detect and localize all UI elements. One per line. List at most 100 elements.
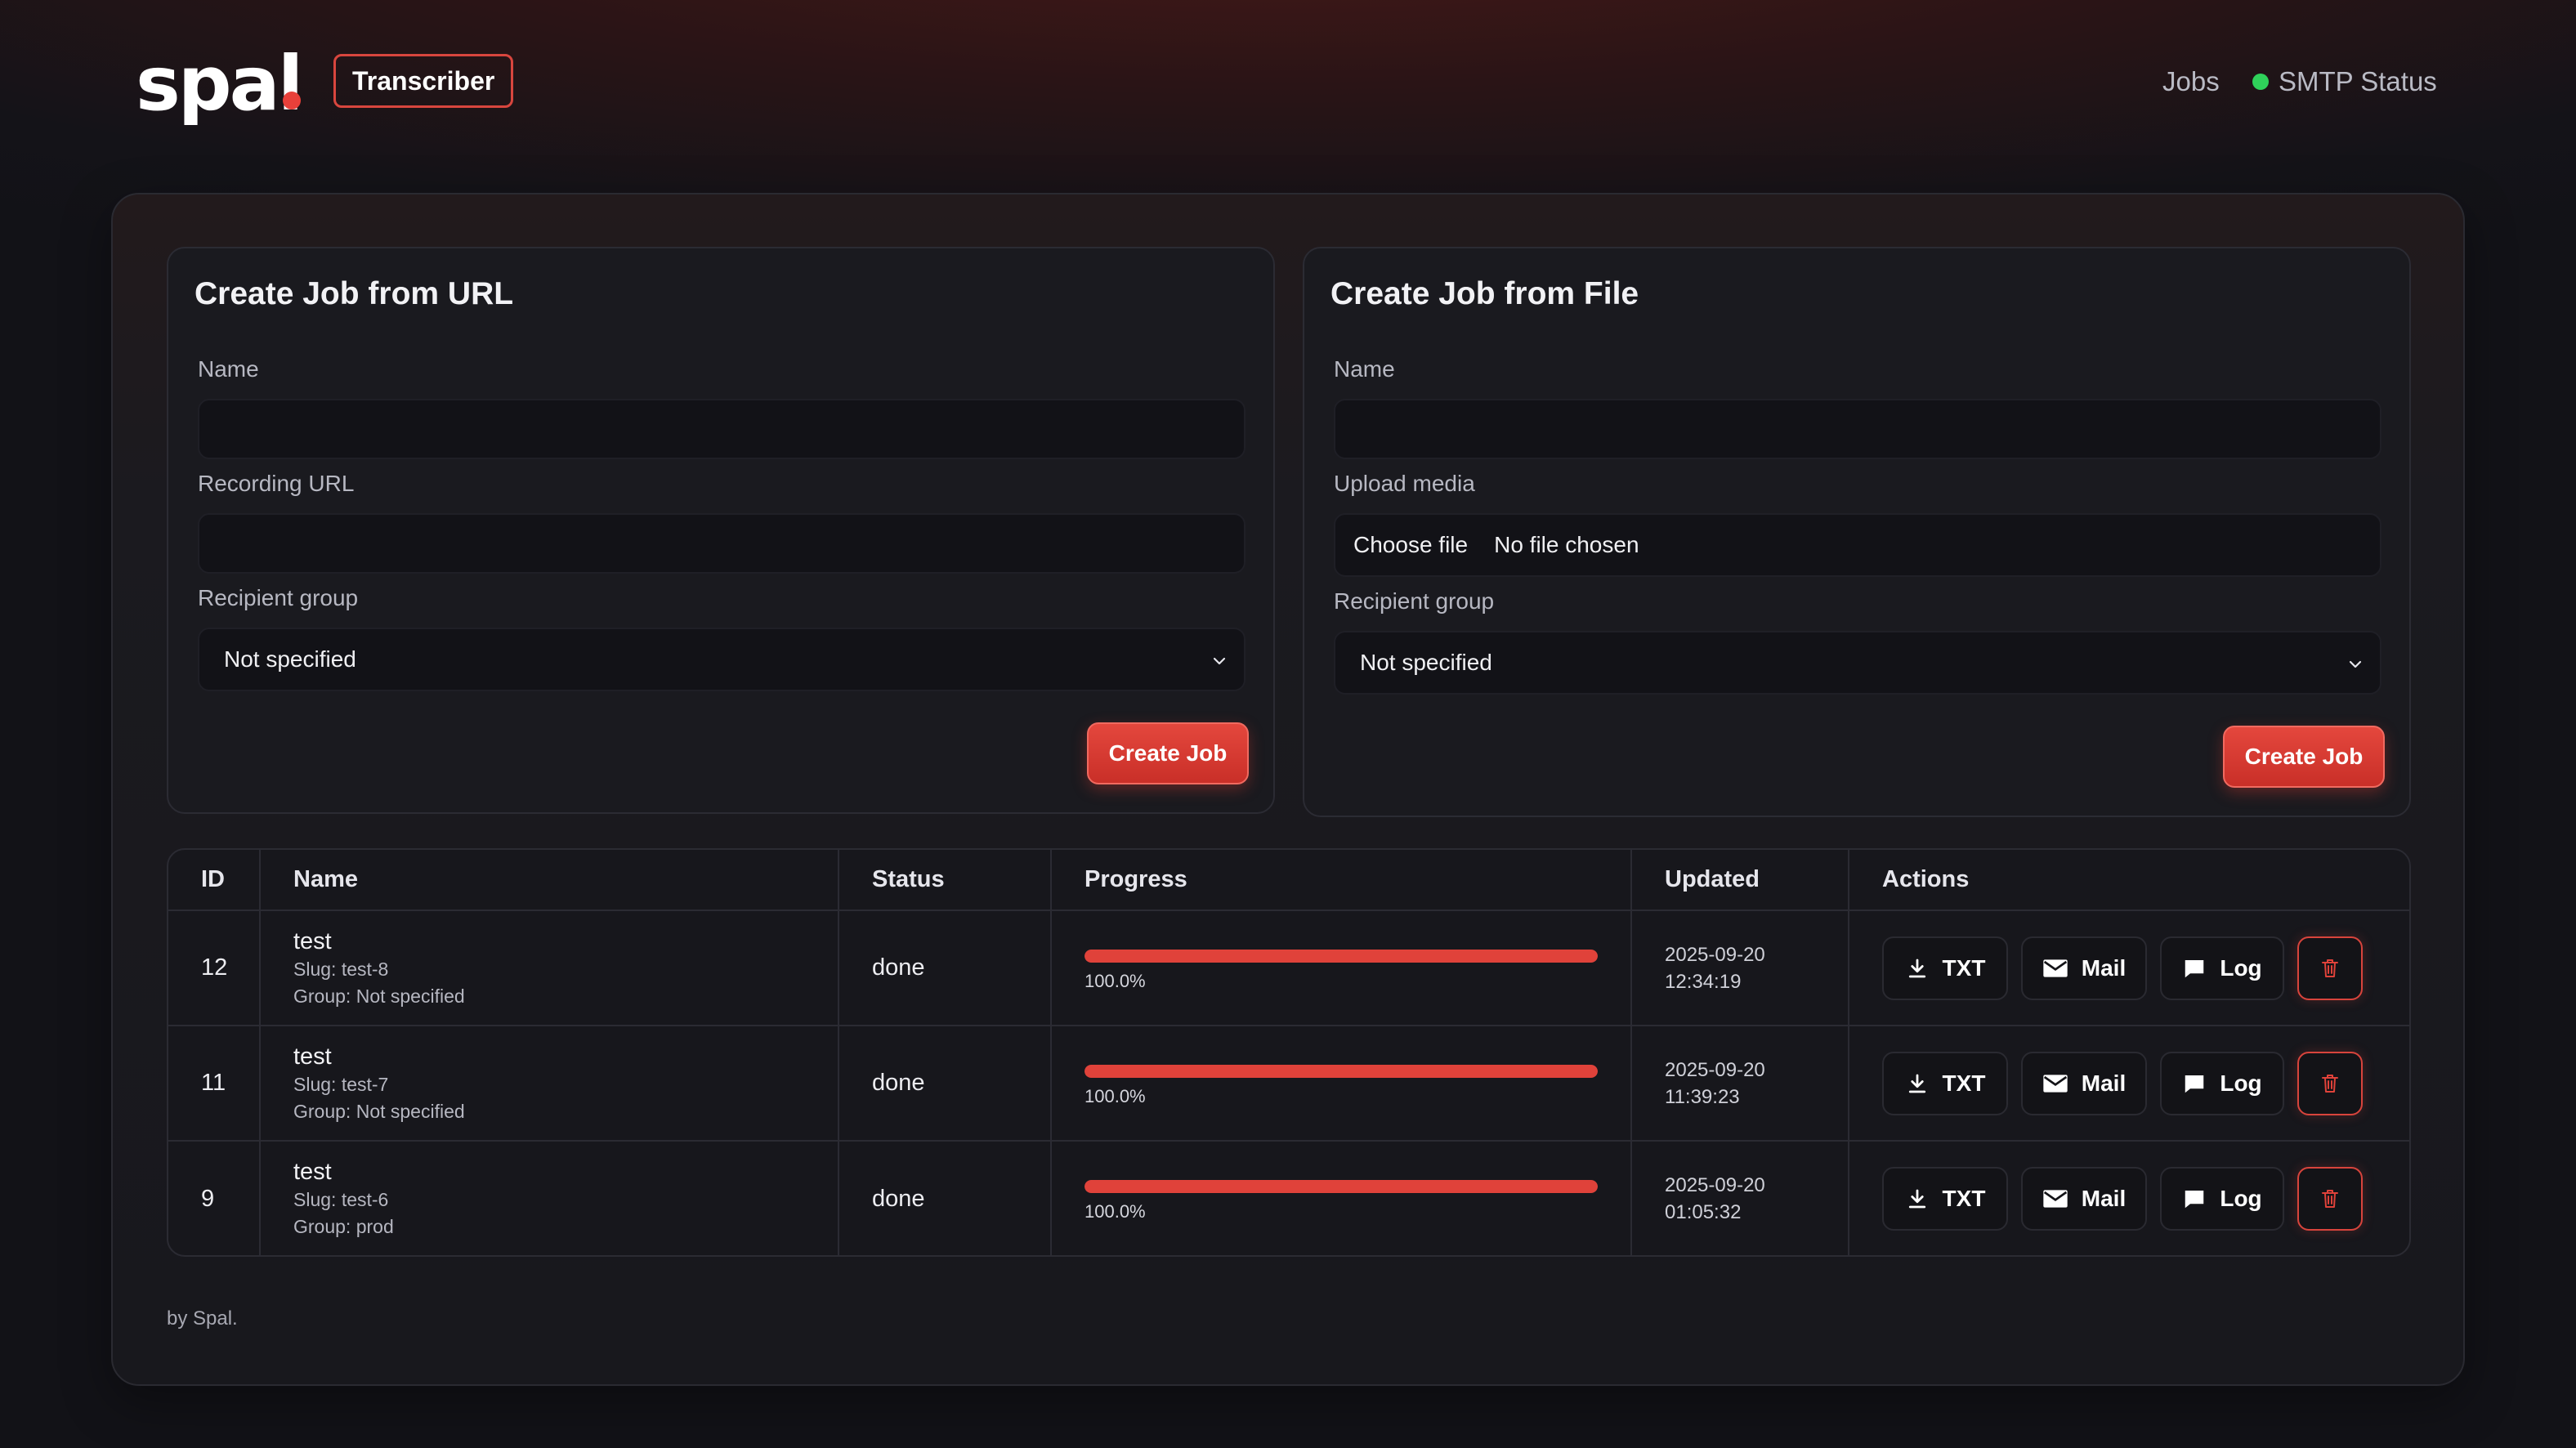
mail-label: Mail [2081, 1186, 2127, 1211]
progress-fill [1085, 1064, 1598, 1078]
updated-date: 2025-09-20 [1665, 943, 1765, 966]
job-actions-cell: TXT Mail Log [1849, 1141, 2409, 1255]
job-updated-cell: 2025-09-20 11:39:23 [1631, 1026, 1849, 1142]
progress-text: 100.0% [1085, 1085, 1146, 1106]
column-header-progress: Progress [1051, 850, 1632, 911]
chevron-down-icon [1210, 650, 1229, 670]
updated-time: 01:05:32 [1665, 1201, 1742, 1223]
job-id: 9 [168, 1141, 261, 1255]
create-job-url-panel: Create Job from URL Name Recording URL R… [167, 247, 1275, 814]
job-slug: Slug: test-7 [293, 1073, 389, 1095]
log-label: Log [2220, 1186, 2262, 1211]
table-row: 12 test Slug: test-8 Group: Not specifie… [168, 910, 2409, 1026]
updated-date: 2025-09-20 [1665, 1058, 1765, 1081]
log-label: Log [2220, 954, 2262, 981]
mail-icon [2042, 956, 2068, 981]
panel-title: Create Job from File [1330, 276, 1639, 311]
job-name: test [293, 927, 332, 954]
job-group: Group: Not specified [293, 1100, 465, 1122]
job-updated-cell: 2025-09-20 12:34:19 [1631, 910, 1849, 1026]
jobs-table: ID Name Status Progress Updated Actions … [167, 848, 2411, 1257]
status-dot-icon [2252, 74, 2269, 90]
recipient-group-label: Recipient group [198, 585, 359, 610]
footer-credit: by Spal. [167, 1307, 238, 1330]
recording-url-input[interactable] [198, 513, 1246, 574]
txt-label: TXT [1942, 1070, 1986, 1096]
spal-logo[interactable]: spal [136, 39, 303, 129]
updated-time: 12:34:19 [1665, 970, 1742, 993]
table-row: 11 test Slug: test-7 Group: Not specifie… [168, 1026, 2409, 1142]
job-progress-cell: 100.0% [1051, 910, 1632, 1026]
url-recipient-group-select[interactable]: Not specified [198, 628, 1246, 691]
job-id: 11 [168, 1026, 261, 1142]
create-job-file-panel: Create Job from File Name Upload media C… [1303, 247, 2411, 817]
delete-button[interactable] [2297, 936, 2363, 1000]
mail-icon [2042, 1187, 2068, 1211]
file-recipient-group-select[interactable]: Not specified [1334, 631, 2381, 695]
smtp-status-label: SMTP Status [2279, 66, 2437, 96]
comment-icon [2182, 1071, 2207, 1096]
log-button[interactable]: Log [2160, 936, 2284, 1000]
job-progress-cell: 100.0% [1051, 1141, 1632, 1255]
mail-label: Mail [2081, 1070, 2127, 1096]
job-slug: Slug: test-8 [293, 958, 389, 980]
txt-label: TXT [1942, 954, 1986, 981]
download-icon [1905, 956, 1930, 981]
nav-jobs-link[interactable]: Jobs [2162, 64, 2220, 100]
log-label: Log [2220, 1070, 2262, 1096]
job-name: test [293, 1043, 332, 1070]
panel-title: Create Job from URL [195, 276, 514, 311]
column-header-name: Name [260, 850, 839, 911]
name-label: Name [198, 356, 259, 382]
logo-dot [283, 92, 301, 109]
job-name: test [293, 1159, 332, 1185]
file-status-text: No file chosen [1494, 532, 1639, 557]
delete-button[interactable] [2297, 1051, 2363, 1115]
create-job-file-button[interactable]: Create Job [2223, 726, 2385, 788]
progress-fill [1085, 949, 1598, 963]
file-name-input[interactable] [1334, 399, 2381, 459]
column-header-status: Status [839, 850, 1052, 911]
column-header-id: ID [168, 850, 261, 911]
comment-icon [2182, 956, 2207, 981]
select-value: Not specified [224, 646, 356, 672]
log-button[interactable]: Log [2160, 1051, 2284, 1115]
app-badge: Transcriber [333, 54, 514, 108]
job-status: done [839, 1141, 1052, 1255]
download-txt-button[interactable]: TXT [1882, 1167, 2008, 1231]
recording-url-label: Recording URL [198, 471, 355, 496]
url-name-input[interactable] [198, 399, 1246, 459]
log-button[interactable]: Log [2160, 1167, 2284, 1231]
mail-button[interactable]: Mail [2021, 936, 2147, 1000]
comment-icon [2182, 1187, 2207, 1211]
mail-button[interactable]: Mail [2021, 1051, 2147, 1115]
mail-icon [2042, 1071, 2068, 1096]
upload-media-input[interactable]: Choose file No file chosen [1334, 513, 2381, 577]
create-job-url-button[interactable]: Create Job [1087, 722, 1249, 784]
download-txt-button[interactable]: TXT [1882, 936, 2008, 1000]
job-progress-cell: 100.0% [1051, 1026, 1632, 1142]
mail-button[interactable]: Mail [2021, 1167, 2147, 1231]
job-updated-cell: 2025-09-20 01:05:32 [1631, 1141, 1849, 1255]
recipient-group-label: Recipient group [1334, 588, 1495, 614]
chevron-down-icon [2346, 654, 2365, 673]
download-txt-button[interactable]: TXT [1882, 1051, 2008, 1115]
choose-file-button[interactable]: Choose file [1353, 532, 1468, 558]
download-icon [1905, 1187, 1930, 1211]
job-status: done [839, 910, 1052, 1026]
job-name-cell: test Slug: test-6 Group: prod [260, 1141, 839, 1255]
txt-label: TXT [1942, 1186, 1986, 1211]
trash-icon [2320, 958, 2340, 979]
table-row: 9 test Slug: test-6 Group: prod done 100… [168, 1141, 2409, 1255]
job-actions-cell: TXT Mail Log [1849, 910, 2409, 1026]
job-group: Group: Not specified [293, 985, 465, 1007]
trash-icon [2320, 1188, 2340, 1209]
job-slug: Slug: test-6 [293, 1189, 389, 1210]
main-card: Create Job from URL Name Recording URL R… [111, 193, 2465, 1386]
delete-button[interactable] [2297, 1167, 2363, 1231]
select-value: Not specified [1360, 650, 1492, 675]
trash-icon [2320, 1073, 2340, 1094]
progress-bar [1085, 1064, 1598, 1078]
top-bar: spal Transcriber Jobs SMTP Status [0, 0, 2576, 163]
nav-smtp-status[interactable]: SMTP Status [2252, 64, 2437, 100]
